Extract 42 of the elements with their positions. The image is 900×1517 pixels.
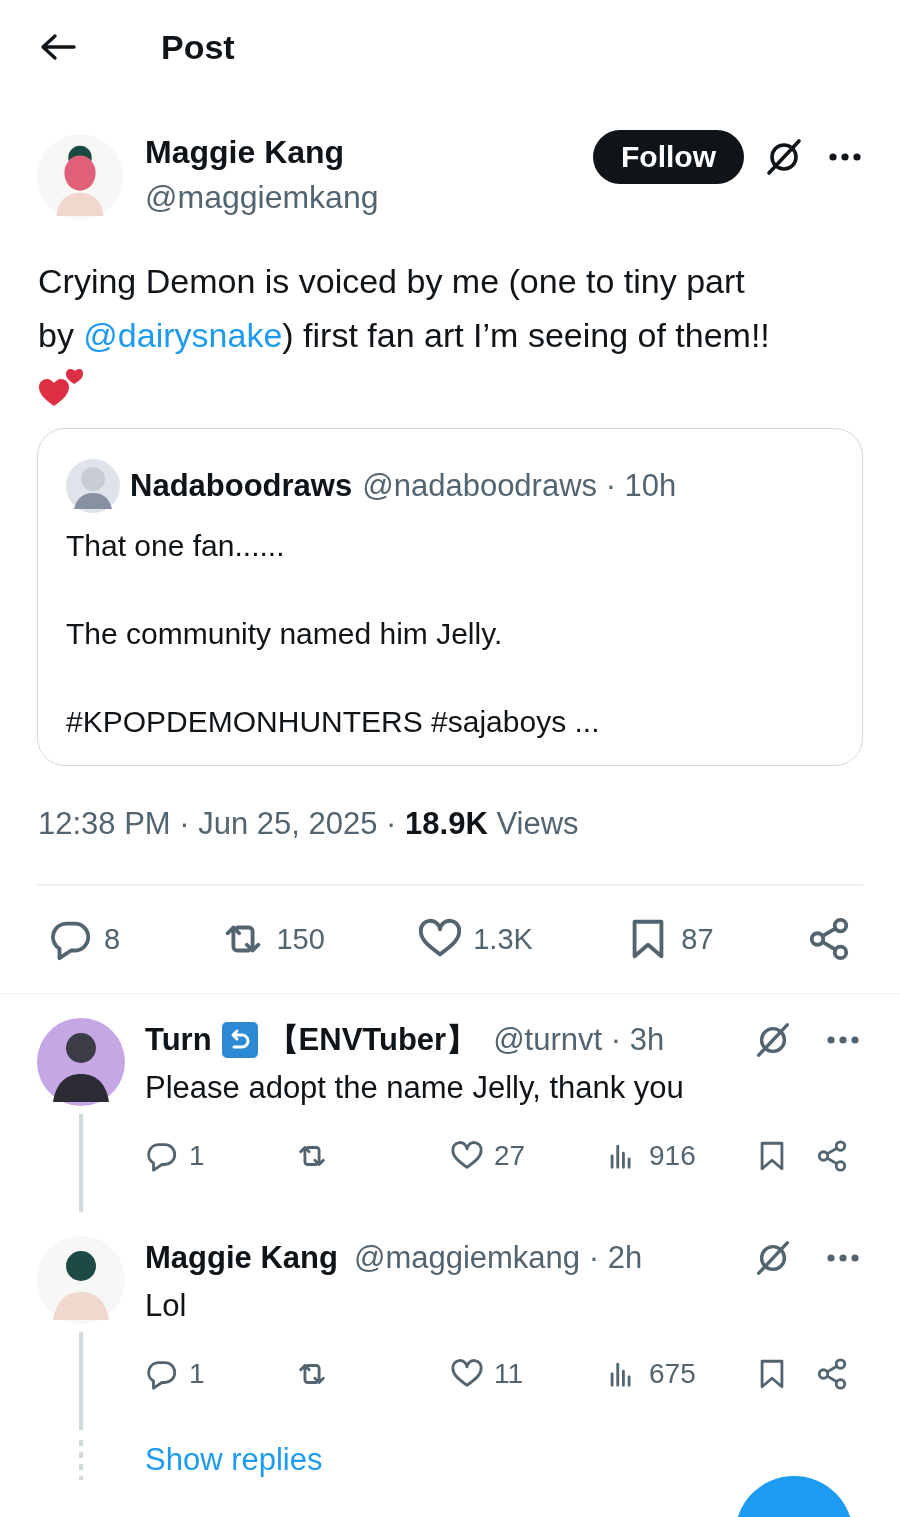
reply-text: Please adopt the name Jelly, thank you [145, 1069, 685, 1107]
action-count: 27 [494, 1140, 526, 1172]
reply-author-name[interactable]: Maggie Kang [145, 1240, 338, 1276]
more-icon[interactable] [826, 1035, 860, 1045]
action-count: 916 [649, 1140, 696, 1172]
action-count: 150 [276, 922, 325, 956]
reply-text: Lol [145, 1287, 188, 1325]
share-icon[interactable] [815, 1357, 849, 1391]
action-count: 675 [649, 1358, 696, 1390]
action-count: 1 [189, 1140, 205, 1172]
quoted-post-meta: @nadaboodraws · 10h [362, 468, 677, 504]
avatar[interactable] [37, 1018, 125, 1106]
action-count: 1.3K [473, 922, 533, 956]
quoted-post-line: That one fan...... [66, 528, 286, 564]
share-icon[interactable] [815, 1139, 849, 1173]
reply-meta: @maggiemkang · 2h [353, 1240, 643, 1276]
reply-meta: @turnvt · 3h [493, 1022, 665, 1058]
follow-button[interactable]: Follow [593, 130, 744, 184]
post-timestamp: 12:38 PM · Jun 25, 2025 · 18.9K Views [38, 806, 580, 842]
more-icon[interactable] [828, 152, 862, 162]
avatar[interactable] [37, 134, 123, 220]
more-icon[interactable] [826, 1253, 860, 1263]
avatar [66, 459, 120, 513]
back-icon[interactable] [40, 33, 76, 61]
action-count: 87 [681, 922, 714, 956]
page-title: Post [161, 27, 235, 67]
slashed-circle-icon[interactable] [754, 1239, 792, 1277]
quoted-author-name: Nadaboodraws [130, 468, 353, 504]
action-count: 8 [104, 922, 121, 956]
action-count: 1 [189, 1358, 205, 1390]
slashed-circle-icon[interactable] [764, 137, 804, 177]
reply-author-name[interactable]: Turn [145, 1022, 212, 1058]
reply-author-tag: 【ENVTuber】 [267, 1019, 478, 1061]
post-text: Crying Demon is voiced by me (one to tiny part by @dairysnake) first fan art I’m seeing of them!! [38, 261, 771, 356]
action-count: 11 [494, 1358, 524, 1390]
author-handle[interactable]: @maggiemkang [145, 179, 593, 216]
author-name[interactable]: Maggie Kang [145, 134, 593, 171]
quoted-post-card[interactable]: Nadaboodraws @nadaboodraws · 10h That one fan...... The community named him Jelly. #KPOPDEMONHUNTERS #sajaboys ... [37, 428, 863, 766]
quoted-post-line: The community named him Jelly. [66, 616, 504, 652]
quoted-post-line: #KPOPDEMONHUNTERS #sajaboys ... [66, 704, 601, 740]
slashed-circle-icon[interactable] [754, 1021, 792, 1059]
avatar[interactable] [37, 1236, 125, 1324]
